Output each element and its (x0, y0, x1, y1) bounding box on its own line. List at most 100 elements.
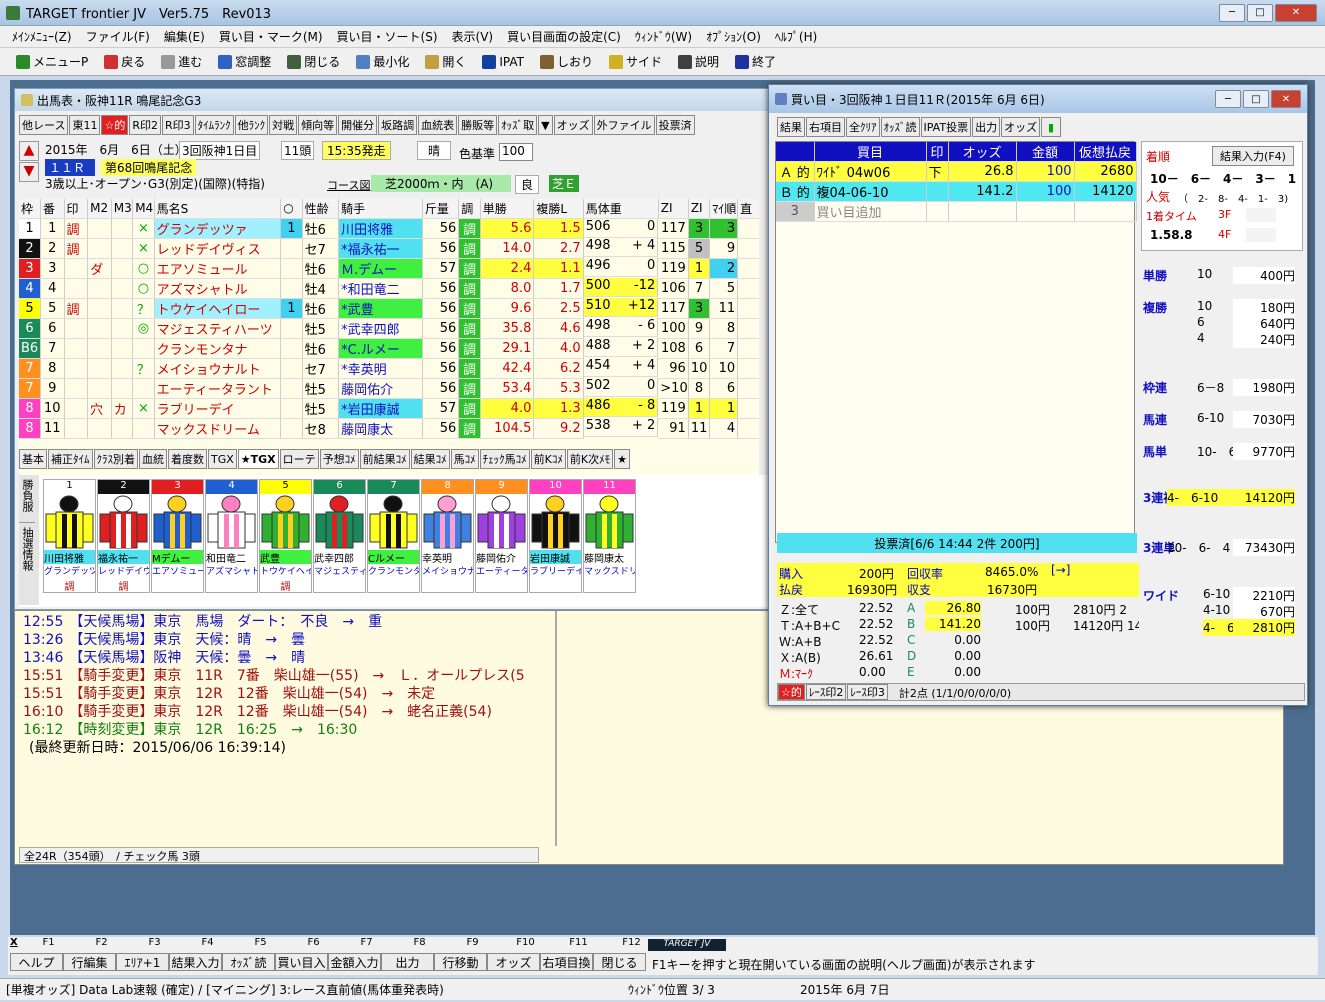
kaime-button[interactable]: 右項目 (806, 117, 845, 137)
race-button[interactable]: ▼ (538, 115, 553, 135)
column-header[interactable]: M3 (111, 199, 134, 219)
fkey-button[interactable]: 出力 (381, 953, 434, 971)
kaime-button[interactable]: オッズ (1001, 117, 1041, 137)
kaime-minimize-button[interactable]: ─ (1215, 90, 1241, 108)
silk-card[interactable]: 5 武豊トウケイヘイロ調 (259, 479, 312, 593)
bet-column-header[interactable]: 仮想払戻 (1074, 142, 1137, 162)
fkey-button[interactable]: オッズ (487, 953, 540, 971)
menu-item[interactable]: 買い目画面の設定(C) (507, 28, 621, 45)
silk-card[interactable]: 7 Cルメークランモンタナ (367, 479, 420, 593)
toolbar-button[interactable]: IPAT (482, 54, 524, 69)
toolbar-button[interactable]: 窓調整 (218, 53, 271, 70)
column-header[interactable]: 単勝 (480, 199, 535, 219)
lower-tab[interactable]: 馬ｺﾒ (450, 449, 479, 469)
kaime-button[interactable]: ｵｯｽﾞ読 (880, 117, 920, 137)
menu-item[interactable]: 表示(V) (452, 28, 494, 45)
color-input[interactable]: 100 (499, 143, 533, 161)
race-button[interactable]: オッズ (553, 115, 593, 135)
toolbar-button[interactable]: 閉じる (287, 53, 340, 70)
bet-column-header[interactable]: オッズ (948, 142, 1017, 162)
silk-card[interactable]: 6 武幸四郎マジェスティハ (313, 479, 366, 593)
table-row[interactable]: 6 6 ◎ マジェスティハーツ 牡5 *武幸四郎 56 調 35.8 4.6 498 - 6 100 9 8 (19, 318, 759, 339)
silk-card[interactable]: 1 川田将雅グランデッツァ調 (43, 479, 96, 593)
column-header[interactable]: 番 (40, 199, 65, 219)
course-map-link[interactable]: コース図 (327, 177, 370, 193)
close-button[interactable]: ✕ (1275, 3, 1317, 22)
toolbar-button[interactable]: メニューP (16, 53, 88, 70)
lower-tab[interactable]: 着度数 (168, 449, 207, 469)
kaime-button[interactable]: 全ｸﾘｱ (846, 117, 880, 137)
ranking-icon[interactable]: ▮ (1041, 117, 1062, 137)
race-button[interactable]: 他レース (19, 115, 69, 135)
lower-tab[interactable]: 血統 (139, 449, 167, 469)
menu-item[interactable]: ファイル(F) (86, 28, 150, 45)
table-row[interactable]: 1 1 調 × グランデッツァ 1 牡6 川田将雅 56 調 5.6 1.5 506 0 117 3 3 (19, 218, 759, 239)
column-header[interactable]: M4 (132, 199, 155, 219)
table-row[interactable]: 2 2 調 × レッドデイヴィス セ7 *福永祐一 56 調 14.0 2.7 498 + 4 115 5 9 (19, 238, 759, 259)
menu-item[interactable]: ﾒｲﾝﾒﾆｭｰ(Z) (12, 28, 72, 45)
column-header[interactable]: 性齢 (302, 199, 340, 219)
bet-row[interactable]: Ａ 的ﾜｲﾄﾞ 04w06 下 26.8 100 2680 (776, 161, 1137, 182)
next-race-button[interactable]: ▼ (19, 162, 39, 182)
column-header[interactable]: ﾏｲ順 (709, 199, 739, 219)
menu-item[interactable]: 買い目・マーク(M) (219, 28, 323, 45)
lower-tab[interactable]: ﾁｪｯｸ馬ｺﾒ (479, 449, 530, 469)
silk-card[interactable]: 8 幸英明メイショウナル (421, 479, 474, 593)
race-button[interactable]: 東11 (69, 115, 101, 135)
minimize-button[interactable]: ─ (1219, 3, 1245, 22)
silk-card[interactable]: 3 Mデムーエアソミュール (151, 479, 204, 593)
kaime-button[interactable]: IPAT投票 (920, 117, 972, 137)
fkey-button[interactable]: 行編集 (63, 953, 116, 971)
side-tab-silks[interactable]: 勝負服 (19, 475, 35, 523)
column-header[interactable]: ○ (280, 199, 303, 219)
fkey-button[interactable]: ヘルプ (10, 953, 63, 971)
table-row[interactable]: 8 11 マックスドリーム セ8 藤岡康太 56 調 104.5 9.2 538 + 2 91 11 4 (19, 418, 759, 439)
lower-tab[interactable]: 予想ｺﾒ (319, 449, 359, 469)
toolbar-button[interactable]: しおり (539, 53, 593, 70)
toolbar-button[interactable]: 開く (425, 53, 466, 70)
side-tab-lottery[interactable]: 抽選情報 (19, 523, 35, 571)
race-button[interactable]: 血統表 (418, 115, 458, 135)
bet-column-header[interactable]: 印 (926, 142, 949, 162)
race-button[interactable]: R印3 (161, 115, 194, 135)
lower-tab[interactable]: 前K次ﾒﾓ (566, 449, 614, 469)
silk-card[interactable]: 9 藤岡佑介エーティータラ (475, 479, 528, 593)
status-tab[interactable]: ﾚｰｽ印2 (805, 684, 847, 700)
column-header[interactable]: 直 (737, 199, 759, 219)
menu-item[interactable]: ｳｨﾝﾄﾞｳ(W) (635, 28, 692, 45)
fkey-button[interactable]: 閉じる (593, 953, 646, 971)
column-header[interactable]: 枠 (19, 199, 41, 219)
detail-arrow[interactable]: [→] (1051, 563, 1070, 577)
race-button[interactable]: 坂路調 (378, 115, 418, 135)
lower-tab[interactable]: ★TGX (237, 449, 279, 469)
race-button[interactable]: 傾向等 (298, 115, 338, 135)
column-header[interactable]: M2 (87, 199, 112, 219)
column-header[interactable]: 調 (458, 199, 481, 219)
column-header[interactable]: ZI (658, 199, 689, 219)
bet-column-header[interactable]: 買目 (814, 142, 927, 162)
column-header[interactable]: 印 (64, 199, 89, 219)
race-button[interactable]: 開催分 (338, 115, 378, 135)
lower-tab[interactable]: 補正ﾀｲﾑ (48, 449, 93, 469)
race-button[interactable]: ｵｯｽﾞ取 (498, 115, 538, 135)
fkey-button[interactable]: 行移動 (434, 953, 487, 971)
silk-card[interactable]: 4 和田竜二アズマシャトル (205, 479, 258, 593)
race-button[interactable]: ☆的 (101, 115, 129, 135)
toolbar-button[interactable]: 説明 (678, 53, 719, 70)
silk-card[interactable]: 11 藤岡康太マックスドリー (583, 479, 636, 593)
table-row[interactable]: 3 3 ダ ○ エアソミュール 牡6 Ｍ.デムー 57 調 2.4 1.1 496 0 119 1 2 (19, 258, 759, 279)
menu-item[interactable]: 買い目・ソート(S) (337, 28, 438, 45)
lower-tab[interactable]: TGX (208, 449, 237, 469)
menu-item[interactable]: ｵﾌﾟｼｮﾝ(O) (706, 28, 761, 45)
column-header[interactable]: 複勝L (533, 199, 584, 219)
lower-tab[interactable]: 前結果ｺﾒ (359, 449, 410, 469)
race-button[interactable]: R印2 (129, 115, 161, 135)
column-header[interactable]: ZI (688, 199, 711, 219)
bet-column-header[interactable] (776, 142, 815, 162)
race-button[interactable]: 外ファイル (593, 115, 655, 135)
lower-tab[interactable]: ｸﾗｽ別着 (93, 449, 138, 469)
toolbar-button[interactable]: 進む (161, 53, 202, 70)
splitter[interactable] (555, 611, 557, 846)
maximize-button[interactable]: □ (1247, 3, 1273, 22)
menu-item[interactable]: 編集(E) (164, 28, 205, 45)
